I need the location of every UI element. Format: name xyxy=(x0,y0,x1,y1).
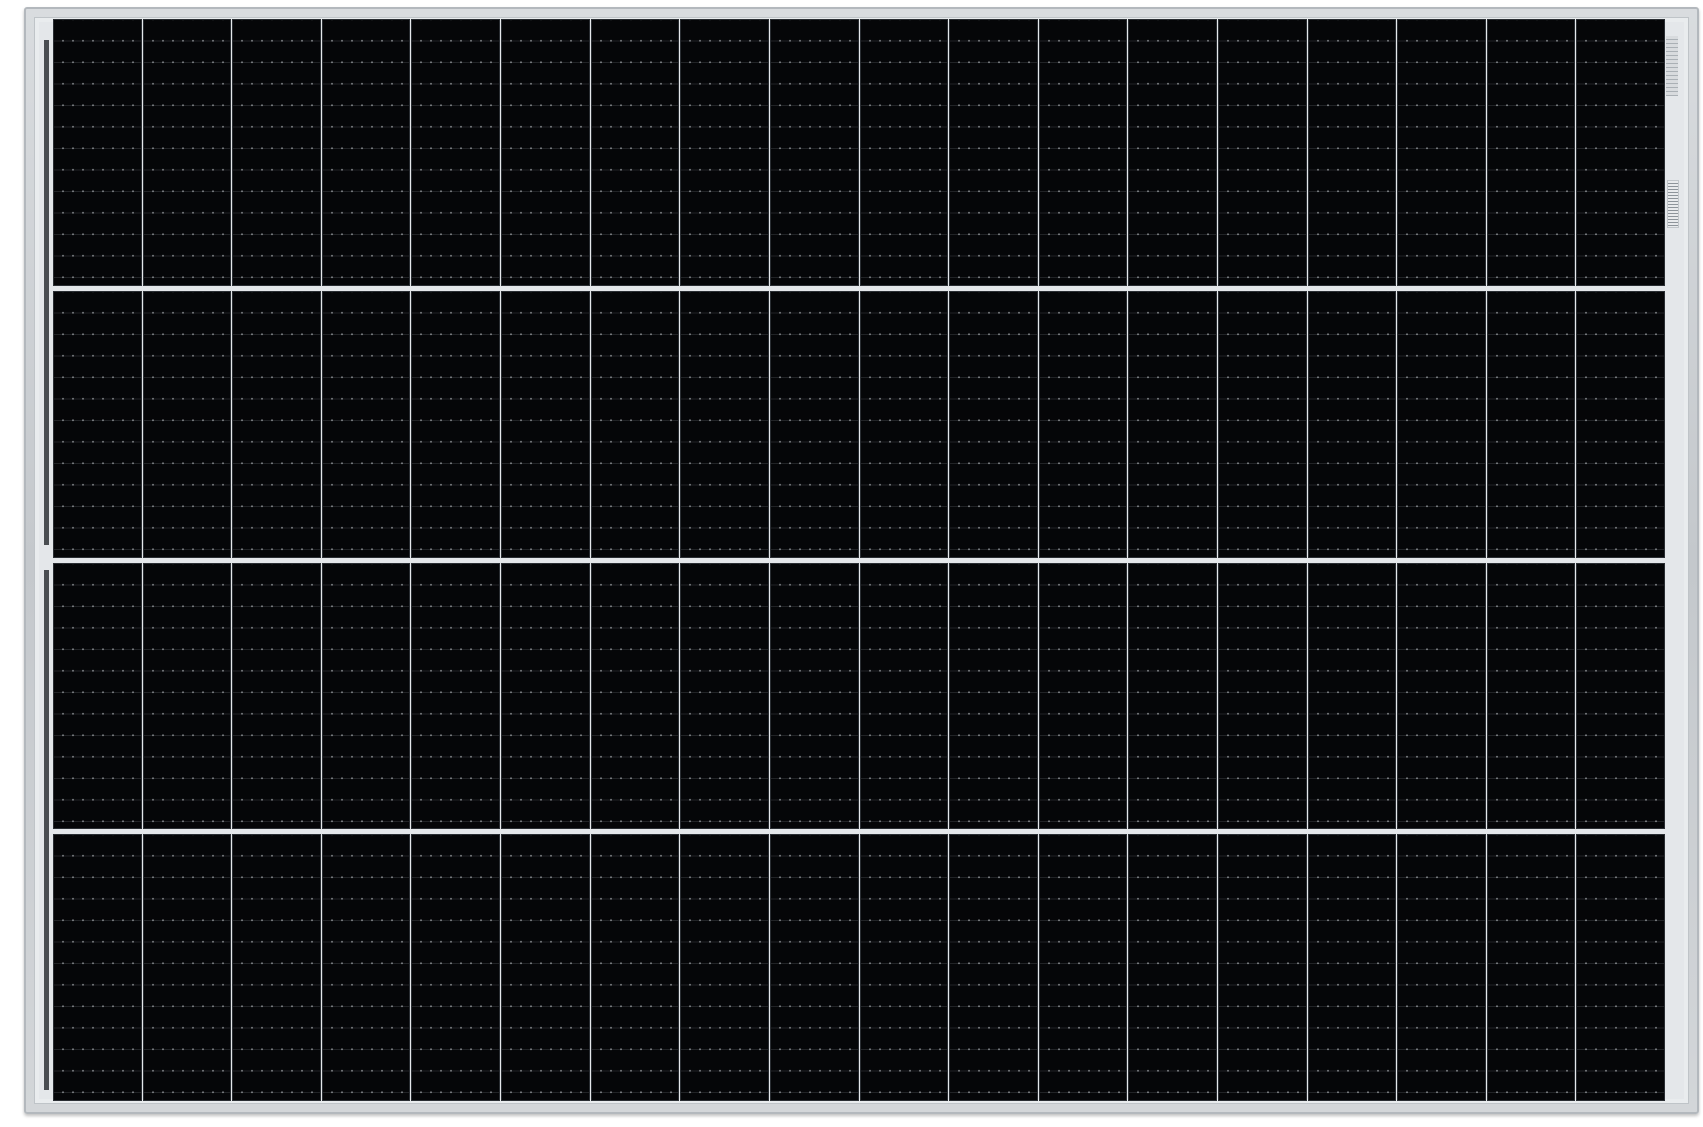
solar-cell xyxy=(1217,290,1307,558)
solar-cell xyxy=(949,834,1038,1101)
solar-cell xyxy=(1217,834,1307,1101)
solar-cell xyxy=(859,562,949,830)
solar-cell xyxy=(142,834,232,1101)
solar-cell xyxy=(1576,834,1665,1101)
solar-cell xyxy=(590,19,680,286)
solar-cell xyxy=(1128,19,1217,286)
solar-cell xyxy=(321,834,411,1101)
solar-cell xyxy=(769,19,859,286)
solar-cell xyxy=(53,834,142,1101)
solar-cell xyxy=(590,562,680,830)
solar-cell xyxy=(590,834,680,1101)
solar-cell xyxy=(1576,562,1665,830)
solar-cell xyxy=(321,562,411,830)
solar-panel-photo xyxy=(0,0,1703,1127)
solar-cell xyxy=(949,19,1038,286)
solar-cell-grid xyxy=(53,19,1665,1101)
solar-cell xyxy=(1576,290,1665,558)
solar-cell xyxy=(232,834,321,1101)
solar-cell xyxy=(1397,562,1486,830)
solar-cell xyxy=(949,290,1038,558)
solar-cell xyxy=(680,290,769,558)
solar-cell xyxy=(590,290,680,558)
solar-cell xyxy=(949,562,1038,830)
solar-cell xyxy=(411,834,501,1101)
solar-cell xyxy=(1038,290,1128,558)
left-edge-tape-top xyxy=(44,40,49,545)
solar-cell xyxy=(1397,834,1486,1101)
solar-cell xyxy=(501,562,590,830)
solar-cell xyxy=(1307,290,1397,558)
solar-cell xyxy=(1486,834,1576,1101)
solar-cell xyxy=(411,562,501,830)
solar-cell xyxy=(232,19,321,286)
solar-cell xyxy=(859,19,949,286)
solar-cell xyxy=(1486,562,1576,830)
solar-cell xyxy=(501,19,590,286)
solar-cell xyxy=(411,19,501,286)
solar-cell xyxy=(232,562,321,830)
solar-cell xyxy=(1397,19,1486,286)
solar-cell xyxy=(680,834,769,1101)
solar-cell xyxy=(1038,562,1128,830)
solar-cell xyxy=(1217,562,1307,830)
solar-cell xyxy=(501,834,590,1101)
solar-cell xyxy=(411,290,501,558)
solar-cell xyxy=(1128,562,1217,830)
solar-cell xyxy=(1576,19,1665,286)
solar-cell xyxy=(680,562,769,830)
solar-cell xyxy=(1486,19,1576,286)
solar-cell xyxy=(321,290,411,558)
solar-cell xyxy=(1486,290,1576,558)
left-edge-tape-bottom xyxy=(44,570,49,1090)
solar-cell xyxy=(53,19,142,286)
solar-cell xyxy=(1128,290,1217,558)
solar-cell xyxy=(321,19,411,286)
solar-cell xyxy=(142,19,232,286)
solar-cell xyxy=(769,834,859,1101)
manufacturer-mark xyxy=(1666,36,1678,96)
solar-cell xyxy=(1397,290,1486,558)
solar-cell xyxy=(859,290,949,558)
solar-cell xyxy=(1307,834,1397,1101)
solar-cell xyxy=(1128,834,1217,1101)
solar-cell xyxy=(501,290,590,558)
solar-cell xyxy=(1307,562,1397,830)
solar-cell xyxy=(1038,834,1128,1101)
barcode-sticker xyxy=(1667,180,1679,228)
solar-cell xyxy=(1217,19,1307,286)
solar-cell xyxy=(142,562,232,830)
solar-cell xyxy=(142,290,232,558)
solar-cell xyxy=(859,834,949,1101)
solar-cell xyxy=(1307,19,1397,286)
solar-cell xyxy=(1038,19,1128,286)
solar-cell xyxy=(769,290,859,558)
solar-cell xyxy=(769,562,859,830)
solar-cell xyxy=(680,19,769,286)
solar-cell xyxy=(53,290,142,558)
solar-cell xyxy=(53,562,142,830)
solar-cell xyxy=(232,290,321,558)
